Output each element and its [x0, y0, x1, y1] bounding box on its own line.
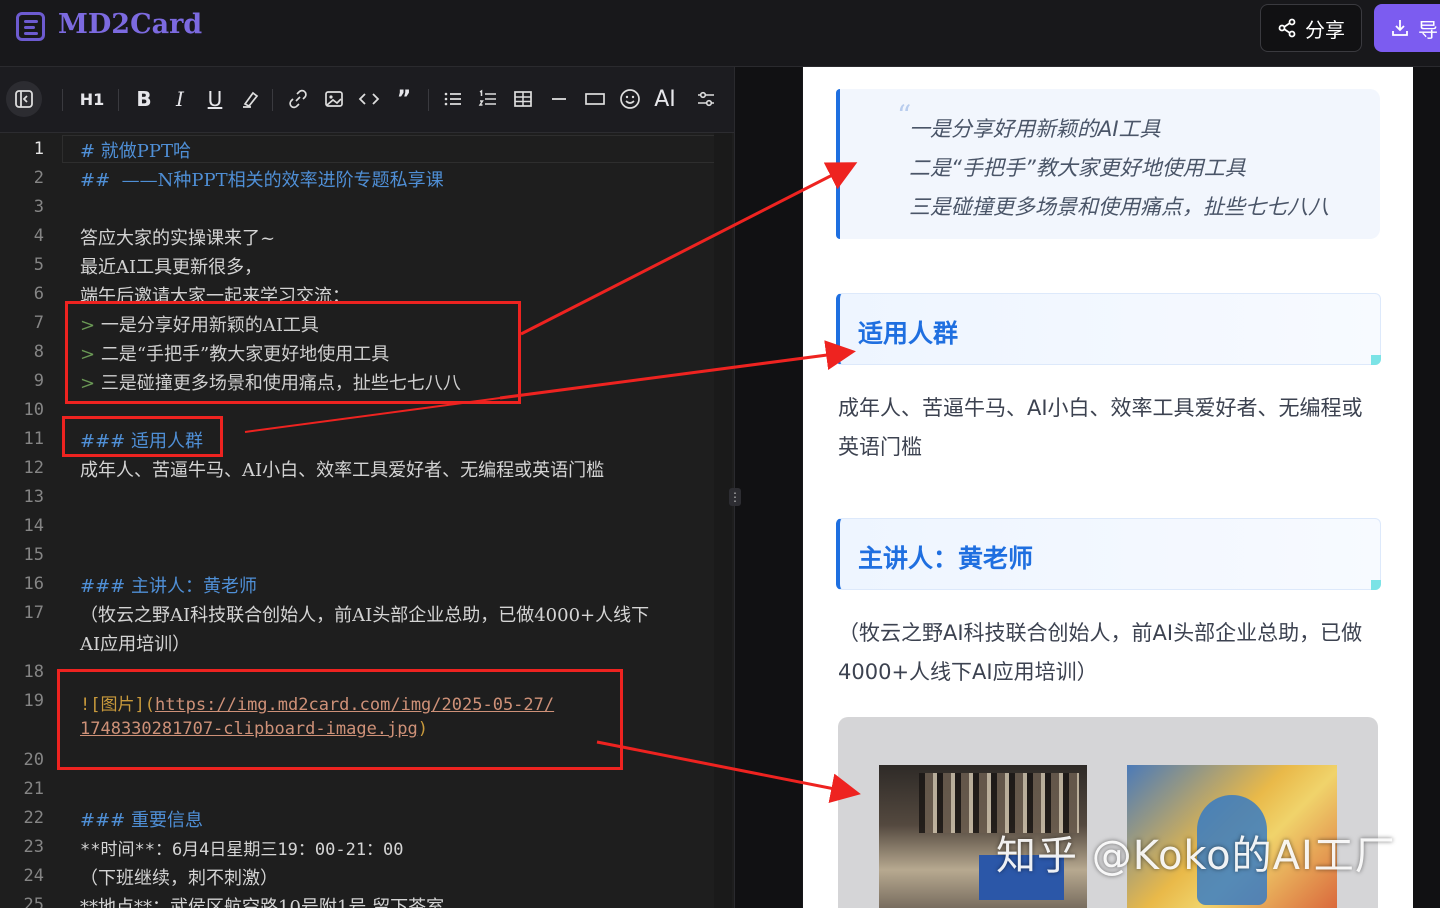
code-line: AI应用培训） — [80, 634, 191, 655]
code-line: 答应大家的实操课来了~ — [80, 228, 276, 249]
line-number: 11 — [23, 429, 44, 449]
markdown-editor[interactable]: 1 2 3 4 5 6 7 8 9 10 11 12 13 14 15 16 1… — [0, 133, 734, 908]
export-button[interactable]: 导 — [1374, 4, 1440, 52]
line-gutter: 1 2 3 4 5 6 7 8 9 10 11 12 13 14 15 16 1… — [0, 133, 62, 908]
section-heading: 适用人群 — [836, 293, 1381, 365]
heading-icon[interactable]: H1 — [78, 85, 106, 113]
line-number: 5 — [33, 255, 44, 275]
line-number: 22 — [23, 808, 44, 828]
code-line: 成年人、苦逼牛马、AI小白、效率工具爱好者、无编程或英语门槛 — [80, 460, 605, 481]
line-number: 23 — [23, 837, 44, 857]
italic-icon[interactable]: I — [166, 85, 194, 113]
emoji-icon[interactable] — [616, 85, 644, 113]
line-number: 25 — [23, 895, 44, 908]
code-line: 最近AI工具更新很多， — [80, 257, 263, 278]
section-title: 主讲人：黄老师 — [858, 544, 1034, 573]
section-text: （牧云之野AI科技联合创始人，前AI头部企业总助，已做4000+人线下AI应用培… — [838, 621, 1363, 684]
section-title: 适用人群 — [858, 319, 959, 348]
code-line: ### 重要信息 — [80, 810, 203, 831]
share-button[interactable]: 分享 — [1260, 4, 1362, 52]
ordered-list-icon[interactable] — [474, 85, 502, 113]
code-line: **地点**：武侯区航空路10号附1号 留下茶室 — [80, 897, 445, 908]
code-line: **时间**：6月4日星期三19：00-21：00 — [80, 840, 404, 860]
line-number: 2 — [33, 168, 44, 188]
code-icon[interactable] — [355, 85, 383, 113]
line-number: 4 — [33, 226, 44, 246]
line-number: 14 — [23, 516, 44, 536]
table-icon[interactable] — [509, 85, 537, 113]
editor-toolbar: H1 B I U ” AI — [0, 67, 734, 133]
section-text: 成年人、苦逼牛马、AI小白、效率工具爱好者、无编程或英语门槛 — [838, 396, 1363, 459]
link-icon[interactable] — [284, 85, 312, 113]
bullet-list-icon[interactable] — [439, 85, 467, 113]
line-number: 20 — [23, 750, 44, 770]
image-icon[interactable] — [320, 85, 348, 113]
settings-icon[interactable] — [692, 85, 720, 113]
horizontal-rule-icon[interactable] — [545, 85, 573, 113]
annotation-box — [62, 416, 223, 457]
bold-icon[interactable]: B — [130, 85, 158, 113]
line-number: 16 — [23, 574, 44, 594]
line-number: 15 — [23, 545, 44, 565]
block-icon[interactable] — [581, 85, 609, 113]
preview-gutter — [1413, 67, 1440, 908]
annotation-box — [57, 669, 623, 770]
line-number: 3 — [33, 197, 44, 217]
line-number: 9 — [33, 371, 44, 391]
line-number: 19 — [23, 691, 44, 711]
line-number: 1 — [33, 139, 44, 159]
line-number: 17 — [23, 603, 44, 623]
ai-icon[interactable]: AI — [651, 85, 679, 113]
line-number: 13 — [23, 487, 44, 507]
logo-icon — [16, 12, 45, 41]
toggle-sidebar-icon[interactable] — [6, 81, 42, 117]
top-bar: MD2Card 分享 导 — [0, 0, 1440, 67]
app-title: MD2Card — [58, 9, 203, 40]
code-line: ### 主讲人：黄老师 — [80, 576, 257, 597]
resize-handle-icon[interactable]: ⋮ — [729, 488, 741, 506]
quote-line: 二是“手把手”教大家更好地使用工具 — [909, 156, 1246, 180]
export-label: 导 — [1418, 17, 1438, 42]
card-preview: “ 一是分享好用新颖的AI工具 二是“手把手”教大家更好地使用工具 三是碰撞更多… — [803, 67, 1413, 908]
line-number: 24 — [23, 866, 44, 886]
code-line: （牧云之野AI科技联合创始人，前AI头部企业总助，已做4000+人线下 — [80, 605, 650, 626]
preview-blockquote: “ 一是分享好用新颖的AI工具 二是“手把手”教大家更好地使用工具 三是碰撞更多… — [836, 89, 1380, 239]
code-line: # 就做PPT哈 — [80, 141, 192, 162]
line-number: 10 — [23, 400, 44, 420]
line-number: 6 — [33, 284, 44, 304]
editor-scrollbar[interactable] — [714, 133, 732, 908]
underline-icon[interactable]: U — [201, 85, 229, 113]
quote-line: 三是碰撞更多场景和使用痛点，扯些七七八八 — [909, 195, 1329, 219]
code-line: （下班继续，刺不刺激） — [80, 868, 278, 889]
annotation-box — [65, 301, 521, 404]
highlight-icon[interactable] — [237, 85, 265, 113]
download-icon — [1392, 20, 1408, 36]
share-icon — [1278, 18, 1296, 38]
line-number: 18 — [23, 662, 44, 682]
watermark: 知乎 @Koko的AI工厂 — [996, 833, 1396, 879]
quote-icon[interactable]: ” — [390, 85, 418, 113]
quote-line: 一是分享好用新颖的AI工具 — [909, 117, 1161, 141]
line-number: 21 — [23, 779, 44, 799]
line-number: 12 — [23, 458, 44, 478]
line-number: 7 — [33, 313, 44, 333]
section-heading: 主讲人：黄老师 — [836, 518, 1381, 590]
code-line: ## ——N种PPT相关的效率进阶专题私享课 — [80, 170, 444, 191]
pane-divider[interactable] — [734, 67, 802, 908]
share-label: 分享 — [1305, 17, 1345, 42]
line-number: 8 — [33, 342, 44, 362]
